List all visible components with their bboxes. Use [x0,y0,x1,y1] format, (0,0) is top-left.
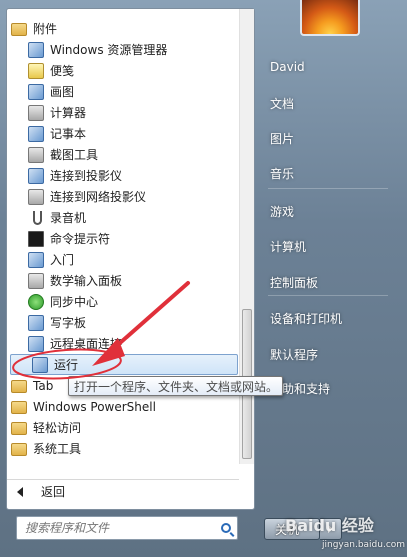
watermark: Baidu 经验 [285,516,374,535]
back-label: 返回 [41,485,66,499]
right-link[interactable]: 计算机 [270,238,306,255]
program-label: 远程桌面连接 [50,337,123,351]
program-item[interactable]: Windows PowerShell [7,396,239,417]
program-item[interactable]: 截图工具 [7,144,239,165]
program-label: 数学输入面板 [50,274,123,288]
back-button[interactable]: 返回 [7,479,239,503]
program-item[interactable]: 记事本 [7,123,239,144]
notepad-icon [28,125,44,142]
program-label: 写字板 [50,316,87,330]
program-item[interactable]: 附件 [7,18,239,39]
sticky-notes-icon [28,62,44,79]
folder-icon [11,422,27,435]
right-link[interactable]: 图片 [270,130,294,147]
run-tooltip: 打开一个程序、文件夹、文档或网站。 [68,376,283,396]
program-label: 画图 [50,85,75,99]
program-item[interactable]: 远程桌面连接 [7,333,239,354]
right-link[interactable]: 默认程序 [270,346,318,363]
watermark-url: jingyan.baidu.com [322,540,406,550]
right-separator [268,295,388,296]
folder-icon [11,443,27,456]
program-label: 连接到网络投影仪 [50,190,147,204]
program-label: Windows PowerShell [33,399,156,414]
program-item[interactable]: 连接到投影仪 [7,165,239,186]
explorer-icon [28,41,44,58]
program-label: 系统工具 [33,442,82,456]
command-prompt-icon [28,230,44,247]
program-label: Windows 资源管理器 [50,43,168,57]
program-item[interactable]: 连接到网络投影仪 [7,186,239,207]
snipping-tool-icon [28,146,44,163]
program-label: 截图工具 [50,148,99,162]
folder-icon [11,401,27,414]
search-input[interactable] [17,521,215,535]
program-label: Tab [33,378,54,393]
back-arrow-icon [17,486,23,497]
math-input-icon [28,272,44,289]
right-link[interactable]: David [270,60,305,74]
folder-icon [11,380,27,393]
search-box[interactable] [16,516,238,540]
program-label: 记事本 [50,127,87,141]
program-item[interactable]: 同步中心 [7,291,239,312]
getting-started-icon [28,251,44,268]
program-item[interactable]: 写字板 [7,312,239,333]
sync-center-icon [28,293,44,310]
right-link[interactable]: 音乐 [270,165,294,182]
program-label: 附件 [33,22,58,36]
network-projector-icon [28,188,44,205]
program-label: 计算器 [50,106,87,120]
program-label: 命令提示符 [50,232,111,246]
program-item[interactable]: 系统工具 [7,438,239,459]
run-icon [32,356,48,373]
program-item[interactable]: 轻松访问 [7,417,239,438]
start-menu: 附件 Windows 资源管理器 便笺画图计算器记事本截图工具连接到投影仪连接到网络… [0,0,407,557]
wordpad-icon [28,314,44,331]
right-link[interactable]: 游戏 [270,203,294,220]
program-label: 轻松访问 [33,421,82,435]
right-separator [268,188,388,189]
right-link[interactable]: 设备和打印机 [270,310,342,327]
calculator-icon [28,104,44,121]
program-item[interactable]: 录音机 [7,207,239,228]
projector-icon [28,167,44,184]
sound-recorder-icon [28,210,44,226]
programs-panel: 附件 Windows 资源管理器 便笺画图计算器记事本截图工具连接到投影仪连接到网络… [6,8,255,510]
program-label: 便笺 [50,64,75,78]
paint-icon [28,83,44,100]
program-item[interactable]: Windows 资源管理器 [7,39,239,60]
program-item[interactable]: 入门 [7,249,239,270]
program-label: 同步中心 [50,295,99,309]
search-button[interactable] [215,517,237,539]
program-item[interactable]: 画图 [7,81,239,102]
program-item[interactable]: 便笺 [7,60,239,81]
right-link[interactable]: 控制面板 [270,274,318,291]
right-link[interactable]: 文档 [270,95,294,112]
program-label: 录音机 [50,211,87,225]
program-item[interactable]: 计算器 [7,102,239,123]
program-item[interactable]: 数学输入面板 [7,270,239,291]
program-label: 连接到投影仪 [50,169,123,183]
remote-desktop-icon [28,335,44,352]
folder-icon [11,23,27,36]
program-label: 入门 [50,253,75,267]
program-item[interactable]: 命令提示符 [7,228,239,249]
program-item[interactable]: 运行 [10,354,238,375]
program-label: 运行 [54,358,79,372]
user-avatar[interactable] [300,0,360,36]
search-icon [221,523,231,533]
